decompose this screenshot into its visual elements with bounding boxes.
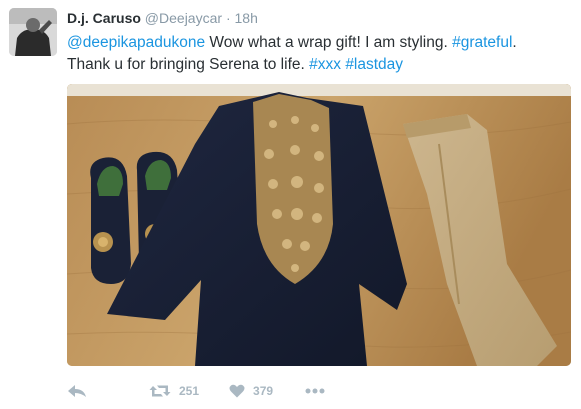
avatar-photo <box>9 8 57 56</box>
tweet-text: @deepikapadukone Wow what a wrap gift! I… <box>67 32 572 76</box>
outfit-photo-illustration <box>67 84 571 366</box>
tweet-actions: 251 379 <box>67 381 325 401</box>
left-slipper <box>90 157 131 284</box>
hashtag-link[interactable]: #lastday <box>345 56 403 73</box>
like-button[interactable]: 379 <box>229 384 273 398</box>
author-avatar[interactable] <box>9 8 57 56</box>
tweet-text-segment: . <box>512 34 517 51</box>
retweet-icon <box>149 385 171 397</box>
reply-button[interactable] <box>67 384 87 398</box>
tweet-header: D.j. Caruso @Deejaycar · 18h <box>67 10 258 26</box>
tweet-photo[interactable] <box>67 84 571 366</box>
header-separator: · <box>225 10 231 26</box>
tweet-text-segment: Wow what a wrap gift! I am styling. <box>205 34 453 51</box>
heart-icon <box>229 384 245 398</box>
tweet-timestamp[interactable]: 18h <box>235 10 258 26</box>
author-name[interactable]: D.j. Caruso <box>67 10 141 26</box>
retweet-count: 251 <box>179 384 200 398</box>
like-count: 379 <box>253 384 274 398</box>
author-handle[interactable]: @Deejaycar <box>145 10 222 26</box>
mention-link[interactable]: @deepikapadukone <box>67 34 205 51</box>
hashtag-link[interactable]: #grateful <box>452 34 512 51</box>
more-dots-icon <box>305 388 325 394</box>
reply-icon <box>68 385 86 397</box>
hashtag-link[interactable]: #xxx <box>309 56 341 73</box>
tweet-text-segment: Thank u for bringing Serena to life. <box>67 56 310 73</box>
retweet-button[interactable]: 251 <box>149 384 199 398</box>
more-button[interactable] <box>305 388 325 394</box>
